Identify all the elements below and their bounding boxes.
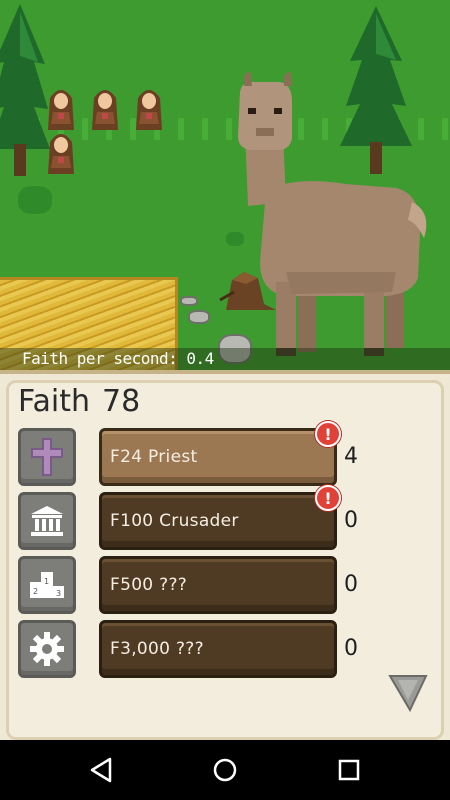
buy-locked-item-button[interactable]: F500 ??? xyxy=(99,556,337,614)
podium-icon: 1 2 3 xyxy=(30,572,64,598)
temple-icon xyxy=(31,506,63,536)
faith-value: 78 xyxy=(102,384,141,419)
faith-label: Faith xyxy=(18,384,90,419)
home-circle-icon[interactable] xyxy=(210,755,240,785)
pine-tree-left xyxy=(0,4,50,176)
priest-icon-button[interactable] xyxy=(18,428,76,486)
rock xyxy=(180,296,198,306)
bush xyxy=(18,186,52,214)
back-triangle-icon[interactable] xyxy=(86,755,116,785)
faith-per-second-bar: Faith per second: 0.4 xyxy=(0,348,450,370)
locked-item-icon-button[interactable] xyxy=(18,620,76,678)
monk-figure xyxy=(48,134,74,174)
cross-icon xyxy=(31,438,63,476)
recents-square-icon[interactable] xyxy=(334,755,364,785)
item-label: F100 Crusader xyxy=(110,511,239,531)
gear-icon xyxy=(30,632,64,666)
item-count: 4 xyxy=(344,444,358,469)
item-label: F500 ??? xyxy=(110,575,188,595)
svg-text:2: 2 xyxy=(33,587,38,596)
svg-text:1: 1 xyxy=(44,577,49,586)
monk-figure xyxy=(136,90,162,130)
monk-figure xyxy=(92,90,118,130)
item-count: 0 xyxy=(344,508,358,533)
chevron-down-icon[interactable] xyxy=(388,670,428,712)
buy-locked-item-button[interactable]: F3,000 ??? xyxy=(99,620,337,678)
item-count: 0 xyxy=(344,572,358,597)
item-label: F24 Priest xyxy=(110,447,198,467)
svg-text:3: 3 xyxy=(56,589,61,598)
android-nav-bar xyxy=(0,740,450,800)
alert-badge: ! xyxy=(315,421,341,447)
faith-counter: Faith 78 xyxy=(18,384,140,424)
buy-priest-button[interactable]: F24 Priest xyxy=(99,428,337,486)
item-label: F3,000 ??? xyxy=(110,639,204,659)
rock xyxy=(188,310,210,324)
buy-crusader-button[interactable]: F100 Crusader xyxy=(99,492,337,550)
crusader-icon-button[interactable] xyxy=(18,492,76,550)
item-count: 0 xyxy=(344,636,358,661)
faith-per-second-label: Faith per second: 0.4 xyxy=(22,349,214,368)
game-scene[interactable]: Faith per second: 0.4 xyxy=(0,0,450,370)
locked-item-icon-button[interactable]: 1 2 3 xyxy=(18,556,76,614)
llama-character[interactable] xyxy=(236,72,436,362)
shop-panel xyxy=(0,370,450,740)
monk-figure xyxy=(48,90,74,130)
alert-badge: ! xyxy=(315,485,341,511)
